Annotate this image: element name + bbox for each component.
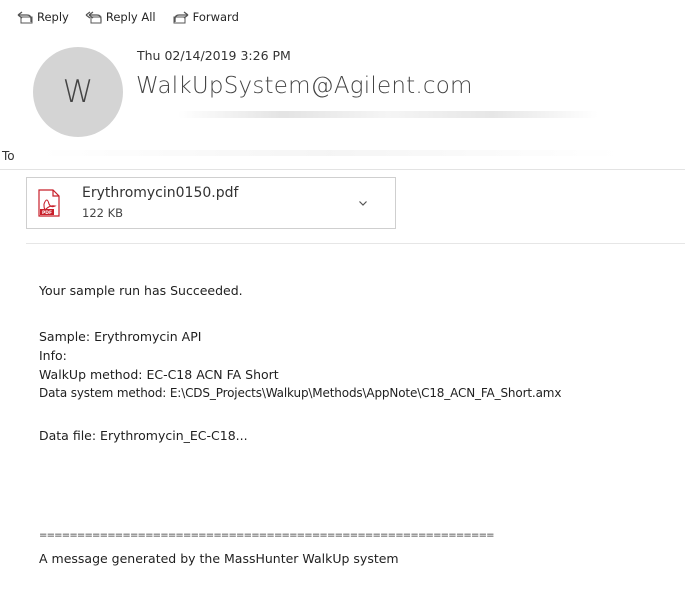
sent-date: Thu 02/14/2019 3:26 PM bbox=[137, 48, 291, 63]
header-divider bbox=[0, 169, 685, 170]
walkup-method-line: WalkUp method: EC-C18 ACN FA Short bbox=[39, 367, 279, 382]
message-toolbar: Reply Reply All Forward bbox=[16, 6, 239, 28]
reply-icon bbox=[17, 11, 33, 24]
reply-all-button[interactable]: Reply All bbox=[85, 10, 156, 24]
sender-avatar[interactable]: W bbox=[33, 47, 123, 137]
data-file-line: Data file: Erythromycin_EC-C18... bbox=[39, 428, 248, 443]
attachment-name: Erythromycin0150.pdf bbox=[82, 185, 239, 201]
status-line: Your sample run has Succeeded. bbox=[39, 283, 243, 298]
attachment-size: 122 KB bbox=[82, 206, 124, 220]
footer-line: A message generated by the MassHunter Wa… bbox=[39, 551, 399, 566]
forward-button[interactable]: Forward bbox=[172, 10, 239, 24]
reply-all-label: Reply All bbox=[105, 10, 156, 24]
data-system-method-line: Data system method: E:\CDS_Projects\Walk… bbox=[39, 386, 562, 400]
svg-text:PDF: PDF bbox=[42, 210, 52, 216]
redacted-to-field bbox=[40, 150, 620, 156]
chevron-down-icon bbox=[359, 200, 367, 206]
reply-label: Reply bbox=[37, 10, 69, 24]
attachment-card[interactable]: PDF Erythromycin0150.pdf 122 KB bbox=[26, 177, 396, 229]
forward-label: Forward bbox=[192, 10, 239, 24]
pdf-file-icon: PDF bbox=[38, 189, 60, 217]
reply-button[interactable]: Reply bbox=[16, 10, 69, 24]
sample-value: Erythromycin API bbox=[94, 329, 202, 344]
redacted-recipients bbox=[178, 111, 598, 118]
attachment-divider bbox=[26, 243, 685, 244]
attachment-dropdown[interactable] bbox=[356, 196, 370, 210]
sample-label: Sample: bbox=[39, 329, 91, 344]
to-label: To bbox=[2, 149, 15, 163]
forward-icon bbox=[173, 11, 189, 24]
sample-line: Sample: Erythromycin API bbox=[39, 329, 201, 344]
separator-line: ========================================… bbox=[39, 530, 495, 541]
sender-address[interactable]: WalkUpSystem@Agilent.com bbox=[136, 73, 473, 99]
info-label: Info: bbox=[39, 348, 67, 363]
reply-all-icon bbox=[85, 11, 102, 24]
